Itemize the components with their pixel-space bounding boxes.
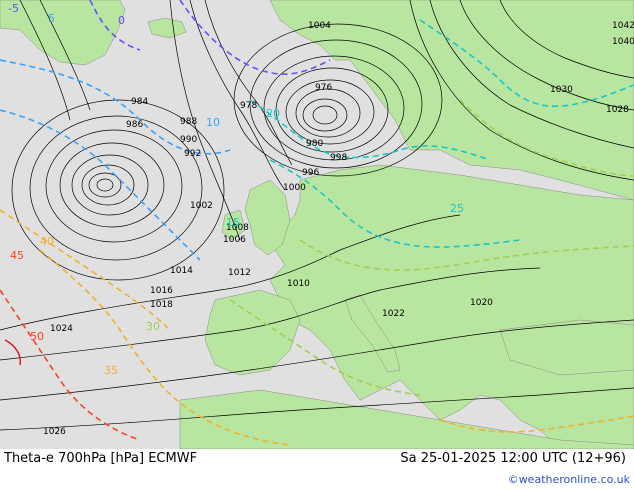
pressure-label: 1040	[612, 37, 634, 47]
map-datetime: Sa 25-01-2025 12:00 UTC (12+96)	[400, 451, 626, 466]
theta-label: 50	[30, 330, 44, 343]
pressure-label: 1020	[470, 298, 493, 308]
pressure-label: 990	[180, 135, 197, 145]
pressure-label: 1004	[308, 21, 331, 31]
pressure-label: 1024	[50, 324, 73, 334]
pressure-label: 1042	[612, 21, 634, 31]
pressure-label: 976	[315, 83, 332, 93]
theta-label: 5	[48, 12, 55, 25]
pressure-label: 1022	[382, 309, 405, 319]
theta-label: 30	[146, 320, 160, 333]
pressure-label: 980	[306, 139, 323, 149]
pressure-label: 1002	[190, 201, 213, 211]
pressure-label: 986	[126, 120, 143, 130]
theta-label: 10	[206, 116, 220, 129]
pressure-label: 1018	[150, 300, 173, 310]
pressure-label: 998	[330, 153, 347, 163]
pressure-label: 992	[184, 149, 201, 159]
pressure-label: 1028	[606, 105, 629, 115]
pressure-label: 1014	[170, 266, 193, 276]
credit-link[interactable]: ©weatheronline.co.uk	[508, 473, 630, 486]
theta-label: 20	[266, 107, 280, 120]
pressure-label: 996	[302, 168, 319, 178]
theta-label: 25	[450, 202, 464, 215]
pressure-label: 1026	[43, 427, 66, 437]
weather-map: 1004 1000 996 992 990 988 986 984 980 97…	[0, 0, 634, 449]
theta-label: 45	[10, 249, 24, 262]
pressure-label: 1012	[228, 268, 251, 278]
pressure-label: 978	[240, 101, 257, 111]
pressure-label: 1016	[150, 286, 173, 296]
pressure-label: 984	[131, 97, 148, 107]
theta-label: -5	[8, 2, 19, 15]
theta-label: 15	[226, 216, 240, 229]
theta-label: 0	[118, 14, 125, 27]
pressure-label: 1006	[223, 235, 246, 245]
pressure-label: 1030	[550, 85, 573, 95]
map-title: Theta-e 700hPa [hPa] ECMWF	[4, 451, 198, 466]
pressure-label: 988	[180, 117, 197, 127]
pressure-label: 1000	[283, 183, 306, 193]
theta-label: 35	[104, 364, 118, 377]
pressure-label: 1010	[287, 279, 310, 289]
theta-label: 40	[40, 235, 54, 248]
